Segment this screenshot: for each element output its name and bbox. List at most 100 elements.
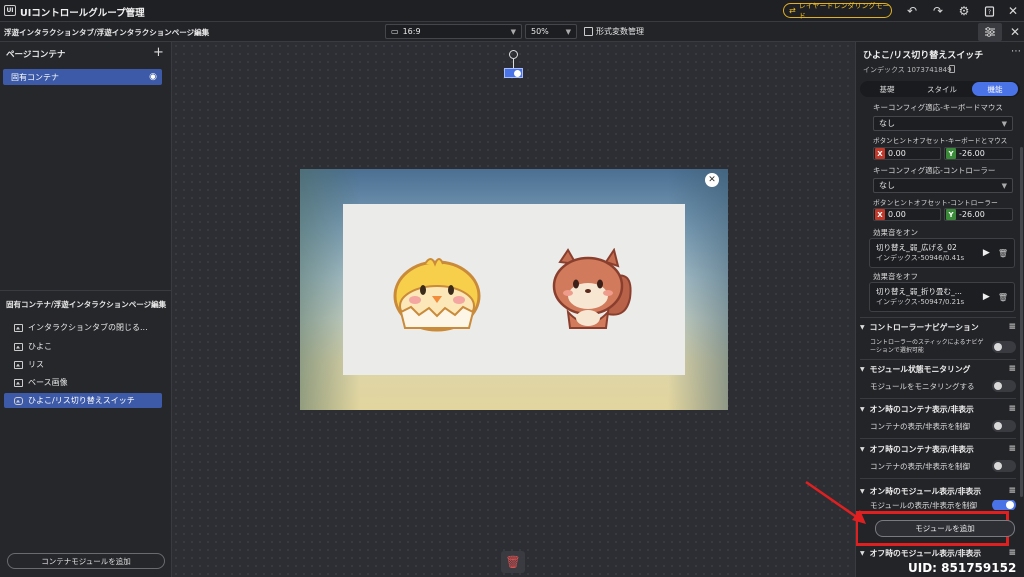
more-icon[interactable]: ⋯ bbox=[1011, 46, 1021, 57]
keyconfig-ctrl-select[interactable]: なし ▼ bbox=[873, 178, 1013, 193]
chevron-down-icon: ▼ bbox=[565, 27, 571, 36]
toggle-switch-icon bbox=[14, 396, 23, 405]
caret-down-icon: ▼ bbox=[860, 323, 865, 331]
menu-icon[interactable]: ≡ bbox=[1008, 364, 1016, 374]
zoom-select[interactable]: 50% ▼ bbox=[525, 24, 577, 39]
undo-icon[interactable]: ↶ bbox=[903, 2, 921, 20]
menu-icon[interactable]: ≡ bbox=[1008, 486, 1016, 496]
kbm-y-field[interactable]: Y -26.00 bbox=[944, 147, 1013, 160]
keyconfig-kbm-value: なし bbox=[879, 119, 895, 128]
divider bbox=[860, 478, 1016, 479]
toolbar: 浮遊インタラクションタブ/浮遊インタラクションページ編集 ▭ 16:9 ▼ 50… bbox=[0, 22, 1024, 42]
uid-label: UID: 851759152 bbox=[908, 561, 1017, 575]
kbm-x-value: 0.00 bbox=[888, 149, 906, 158]
ctrl-x-field[interactable]: X 0.00 bbox=[873, 208, 941, 221]
add-container-module-button[interactable]: コンテナモジュールを追加 bbox=[7, 553, 165, 569]
properties-panel: ひよこ/リス切り替えスイッチ ⋯ インデックス 1073741849 基礎 スタ… bbox=[855, 42, 1024, 577]
divider bbox=[860, 359, 1016, 360]
format-vars-button[interactable]: 形式変数管理 bbox=[584, 26, 644, 37]
kbm-y-value: -26.00 bbox=[959, 149, 985, 158]
canvas-area[interactable]: ✕ 🗑 bbox=[172, 42, 855, 577]
tree-item-squirrel[interactable]: リス bbox=[4, 357, 162, 372]
chevron-down-icon: ▼ bbox=[1001, 181, 1007, 190]
fixed-container-item[interactable]: 固有コンテナ ◉ bbox=[3, 69, 162, 85]
chevron-down-icon: ▼ bbox=[1001, 119, 1007, 128]
close-panel-icon[interactable]: ✕ bbox=[1006, 23, 1024, 41]
ctrl-y-value: -26.00 bbox=[959, 210, 985, 219]
add-icon[interactable]: + bbox=[153, 45, 164, 60]
keyconfig-kbm-select[interactable]: なし ▼ bbox=[873, 116, 1013, 131]
gear-icon[interactable]: ⚙ bbox=[955, 2, 973, 20]
trash-icon[interactable]: 🗑 bbox=[501, 551, 525, 573]
tree-item-close-tab[interactable]: インタラクションタブの閉じる... bbox=[4, 320, 162, 335]
chick-image bbox=[393, 258, 481, 332]
close-icon[interactable]: ✕ bbox=[1004, 2, 1022, 20]
section-title: コントローラーナビゲーション bbox=[869, 322, 979, 332]
tree-item-chick[interactable]: ひよこ bbox=[4, 339, 162, 354]
ctrl-y-field[interactable]: Y -26.00 bbox=[944, 208, 1013, 221]
sound-off-item[interactable]: 切り替え_弱_折り畳む_... インデックス-50947/0.21s ▶ 🗑 bbox=[869, 282, 1015, 312]
section-on-container-visibility[interactable]: ▼ オン時のコンテナ表示/非表示 ≡ bbox=[860, 401, 1016, 417]
tab-style[interactable]: スタイル bbox=[914, 82, 970, 96]
scrollbar[interactable] bbox=[1020, 147, 1023, 497]
module-monitoring-toggle[interactable] bbox=[992, 380, 1016, 392]
check-icon bbox=[514, 70, 521, 77]
menu-icon[interactable]: ≡ bbox=[1008, 404, 1016, 414]
section-title: モジュール状態モニタリング bbox=[869, 364, 971, 374]
tree-item-switch[interactable]: ひよこ/リス切り替えスイッチ bbox=[4, 393, 162, 408]
redo-icon[interactable]: ↷ bbox=[929, 2, 947, 20]
sound-on-item[interactable]: 切り替え_弱_広げる_02 インデックス-50946/0.41s ▶ 🗑 bbox=[869, 238, 1015, 268]
trash-icon[interactable]: 🗑 bbox=[998, 293, 1008, 302]
off-container-visibility-toggle[interactable] bbox=[992, 460, 1016, 472]
aspect-ratio-value: 16:9 bbox=[402, 27, 421, 36]
copy-icon[interactable] bbox=[949, 65, 955, 73]
section-controller-navigation[interactable]: ▼ コントローラーナビゲーション ≡ bbox=[860, 319, 1016, 335]
menu-icon[interactable]: ≡ bbox=[1008, 322, 1016, 332]
zoom-value: 50% bbox=[531, 27, 549, 36]
menu-icon[interactable]: ≡ bbox=[1008, 548, 1016, 558]
on-module-visibility-toggle[interactable] bbox=[992, 500, 1016, 510]
app-title: UIコントロールグループ管理 bbox=[20, 8, 145, 19]
kbm-x-field[interactable]: X 0.00 bbox=[873, 147, 941, 160]
section-off-container-visibility[interactable]: ▼ オフ時のコンテナ表示/非表示 ≡ bbox=[860, 441, 1016, 457]
on-container-visibility-toggle[interactable] bbox=[992, 420, 1016, 432]
handle-line bbox=[513, 59, 514, 68]
divider bbox=[0, 290, 172, 291]
format-vars-label: 形式変数管理 bbox=[596, 27, 644, 36]
eye-icon[interactable]: ◉ bbox=[149, 72, 157, 82]
tree-item-base-image[interactable]: ベース画像 bbox=[4, 375, 162, 390]
caret-down-icon: ▼ bbox=[860, 365, 865, 373]
title-bar: UI UIコントロールグループ管理 ⇄ レイヤードレンダリングモード ↶ ↷ ⚙… bbox=[0, 0, 1024, 22]
popup-close-icon[interactable]: ✕ bbox=[705, 173, 719, 187]
format-icon bbox=[584, 27, 593, 36]
tab-function[interactable]: 機能 bbox=[972, 82, 1018, 96]
popup-background-image: ✕ bbox=[300, 169, 728, 410]
aspect-ratio-select[interactable]: ▭ 16:9 ▼ bbox=[385, 24, 522, 39]
row-label: コンテナの表示/非表示を制御 bbox=[870, 461, 971, 471]
properties-panel-toggle-icon[interactable] bbox=[978, 23, 1002, 41]
image-icon bbox=[14, 342, 23, 351]
trash-icon[interactable]: 🗑 bbox=[998, 249, 1008, 258]
section-off-module-visibility[interactable]: ▼ オフ時のモジュール表示/非表示 ≡ bbox=[860, 545, 1016, 561]
section-on-module-visibility[interactable]: ▼ オン時のモジュール表示/非表示 ≡ bbox=[860, 483, 1016, 499]
menu-icon[interactable]: ≡ bbox=[1008, 444, 1016, 454]
play-icon[interactable]: ▶ bbox=[983, 248, 990, 258]
index-text: インデックス 1073741849 bbox=[863, 66, 952, 74]
add-module-button[interactable]: モジュールを追加 bbox=[875, 520, 1015, 537]
tab-basic[interactable]: 基礎 bbox=[862, 82, 912, 96]
rotate-handle-icon[interactable] bbox=[509, 50, 518, 59]
breadcrumb: 浮遊インタラクションタブ/浮遊インタラクションページ編集 bbox=[4, 28, 210, 37]
layered-rendering-mode-button[interactable]: ⇄ レイヤードレンダリングモード bbox=[783, 2, 892, 20]
switch-widget-preview[interactable] bbox=[504, 68, 523, 78]
play-icon[interactable]: ▶ bbox=[983, 292, 990, 302]
monitor-icon: ▭ bbox=[391, 27, 399, 36]
help-book-icon[interactable]: ? bbox=[980, 2, 998, 20]
off-container-visibility-row: コンテナの表示/非表示を制御 bbox=[860, 458, 1016, 474]
svg-text:?: ? bbox=[987, 9, 990, 16]
sound-off-label: 効果音をオフ bbox=[873, 272, 918, 281]
controller-nav-toggle[interactable] bbox=[992, 341, 1016, 353]
image-icon bbox=[14, 323, 23, 332]
section-module-monitoring[interactable]: ▼ モジュール状態モニタリング ≡ bbox=[860, 361, 1016, 377]
popup-panel bbox=[343, 204, 685, 375]
row-label: モジュールの表示/非表示を制御 bbox=[870, 500, 978, 510]
